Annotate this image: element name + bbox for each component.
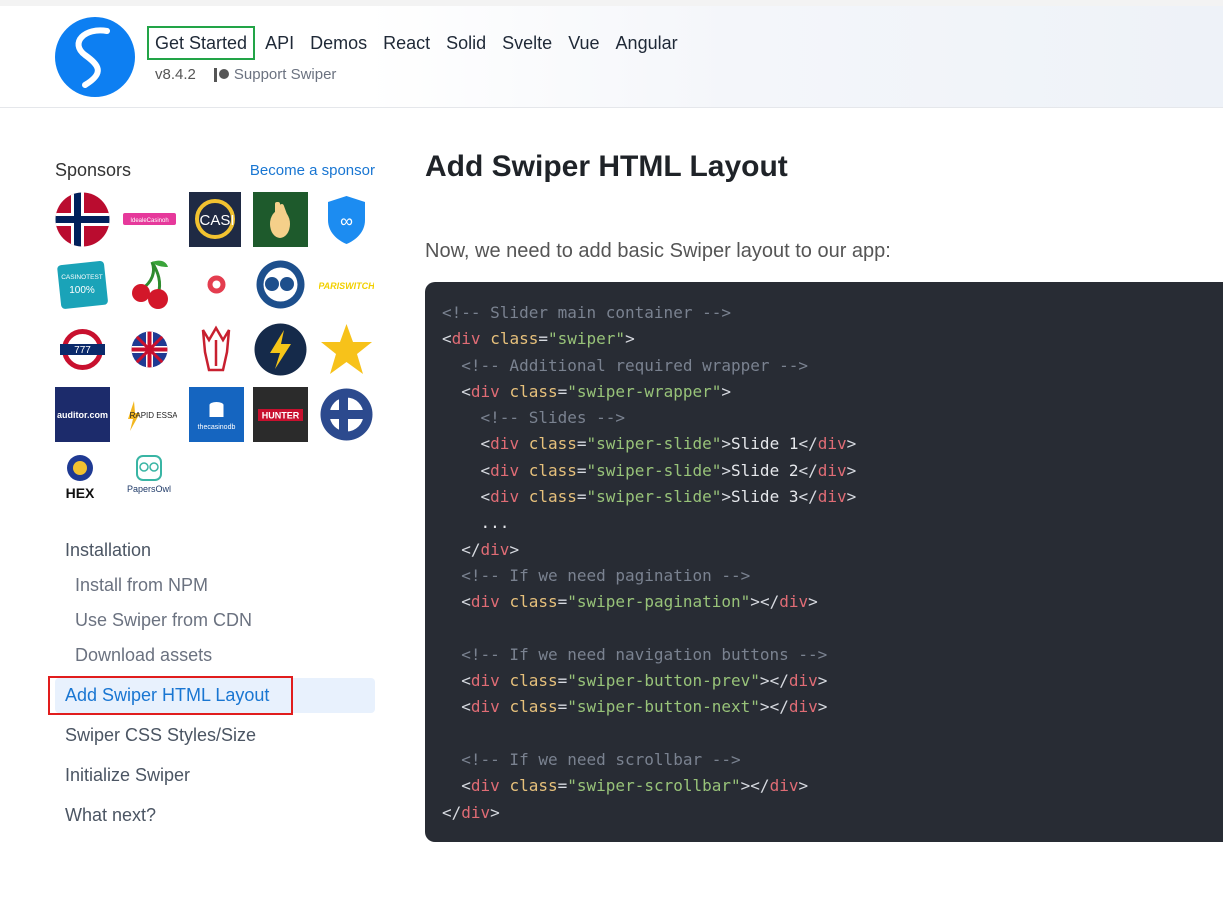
menu-download-assets[interactable]: Download assets [55,638,375,673]
sponsor-logo-casi[interactable]: CASI [189,192,244,247]
sponsor-logo-casino-auditor[interactable]: auditor.com [55,387,110,442]
support-swiper-link[interactable]: Support Swiper [213,66,337,83]
sponsor-label-hunter: HUNTER [262,411,300,421]
menu-initialize-swiper[interactable]: Initialize Swiper [55,758,375,793]
version-label: v8.4.2 [155,66,196,83]
nav-angular[interactable]: Angular [608,28,686,58]
menu-active-label: Add Swiper HTML Layout [65,685,270,705]
menu-what-next[interactable]: What next? [55,798,375,833]
sponsor-logo-star[interactable] [319,322,374,377]
nav-get-started[interactable]: Get Started [147,26,256,60]
sponsor-logo-thecasinodb[interactable]: thecasinodb [189,387,244,442]
code-block[interactable]: <!-- Slider main container --> <div class… [425,282,1223,842]
sponsor-label-thecasinodb: thecasinodb [198,424,236,431]
sponsor-logo-idealecasinoh[interactable]: IdealeCasinoh [122,192,177,247]
sponsor-logo-lightning[interactable] [253,322,308,377]
page-title: Add Swiper HTML Layout [425,150,788,183]
code-line: <div class="swiper-slide">Slide 1</div> [480,434,857,454]
code-line: <div class="swiper-button-next"></div> [461,697,828,717]
code-line: <!-- Slider main container --> [442,303,731,322]
code-line: <div class="swiper-slide">Slide 2</div> [480,460,857,480]
sponsor-logo-finland-chip[interactable] [319,387,374,442]
become-sponsor-link[interactable]: Become a sponsor [250,162,375,179]
svg-text:∞: ∞ [340,211,353,231]
sponsor-label-auditor: auditor.com [57,410,108,420]
code-line: ... [480,513,510,533]
support-label: Support Swiper [233,66,337,83]
code-line: </div> [442,802,500,822]
sponsor-logo-uk-ball[interactable] [122,322,177,377]
nav-api[interactable]: API [257,28,302,58]
site-header: Get Started API Demos React Solid Svelte… [0,6,1223,108]
code-line: <!-- Slides --> [480,408,626,428]
menu-install-from-npm[interactable]: Install from NPM [55,568,375,603]
sponsor-logo-chip[interactable] [189,257,244,312]
sponsor-logo-pariswitch[interactable]: PARISWITCH [319,257,374,312]
menu-use-swiper-from-cdn[interactable]: Use Swiper from CDN [55,603,375,638]
sponsor-label-casi: CASI [199,212,234,229]
sponsor-label-hex: HEX [66,485,95,501]
nav-svelte[interactable]: Svelte [494,28,560,58]
code-line: <div class="swiper-pagination"></div> [461,592,818,612]
menu-add-swiper-html-layout[interactable]: Add Swiper HTML Layout [48,676,375,715]
sponsor-logo-hex[interactable]: HEX [55,452,110,507]
code-line: <div class="swiper-button-prev"></div> [461,671,828,691]
sponsor-logo-fingers-crossed[interactable] [253,192,308,247]
intro-text: Now, we need to add basic Swiper layout … [425,240,891,262]
sponsor-logo-papersowl[interactable]: PapersOwl [122,452,177,507]
sponsor-label-idealecasinoh: IdealeCasinoh [130,218,168,224]
sponsor-logo-rapid-essay[interactable]: RAPID ESSAY [122,387,177,442]
code-line: <!-- If we need navigation buttons --> [461,644,828,664]
sponsor-logo-casinotest[interactable]: CASINOTEST 100% [55,257,110,312]
nav-vue[interactable]: Vue [560,28,607,58]
main-nav: Get Started API Demos React Solid Svelte… [147,26,686,60]
menu-swiper-css-styles-size[interactable]: Swiper CSS Styles/Size [55,718,375,753]
sponsor-logo-poker-chips[interactable] [253,257,308,312]
sponsor-logo-777[interactable]: 777 [55,322,110,377]
code-line: <div class="swiper-wrapper"> [461,381,732,401]
sponsor-grid: IdealeCasinoh CASI ∞ CASINOTEST 100% PARI… [55,192,375,512]
code-line: <div class="swiper"> [442,329,635,349]
version-row: v8.4.2 Support Swiper [155,66,336,83]
sponsor-logo-norway-flag[interactable] [55,192,110,247]
sidebar: Sponsors Become a sponsor IdealeCasinoh … [48,155,375,825]
swiper-logo-icon[interactable] [55,17,135,97]
nav-solid[interactable]: Solid [438,28,494,58]
main-content: Add Swiper HTML Layout Now, we need to a… [425,145,1223,842]
sponsor-label-papersowl: PapersOwl [127,484,171,494]
sponsor-label-rapid-essay: RAPID ESSAY [130,411,177,420]
sponsor-logo-vpn-shield[interactable]: ∞ [319,192,374,247]
code-line: </div> [461,539,520,559]
patreon-icon [213,67,229,82]
sponsors-title: Sponsors [55,159,132,180]
sponsor-logo-cherries[interactable] [122,257,177,312]
code-line: <!-- Additional required wrapper --> [461,355,809,375]
nav-react[interactable]: React [375,28,438,58]
sponsor-label-casinotest: CASINOTEST [61,274,103,281]
docs-menu: Installation Install from NPM Use Swiper… [48,533,375,833]
code-line: <!-- If we need pagination --> [461,565,751,585]
code-line: <!-- If we need scrollbar --> [461,750,741,770]
svg-text:100%: 100% [69,285,95,296]
nav-demos[interactable]: Demos [302,28,375,58]
sponsor-label-pariswitch: PARISWITCH [319,281,374,291]
code-line: <div class="swiper-slide">Slide 3</div> [480,487,857,507]
sponsors-header: Sponsors Become a sponsor [55,155,375,185]
menu-installation[interactable]: Installation [55,533,375,568]
sponsor-logo-casino-hunter[interactable]: HUNTER [253,387,308,442]
code-line: <div class="swiper-scrollbar"></div> [461,776,809,796]
sponsor-logo-king[interactable] [189,322,244,377]
sponsor-label-777: 777 [74,345,91,356]
